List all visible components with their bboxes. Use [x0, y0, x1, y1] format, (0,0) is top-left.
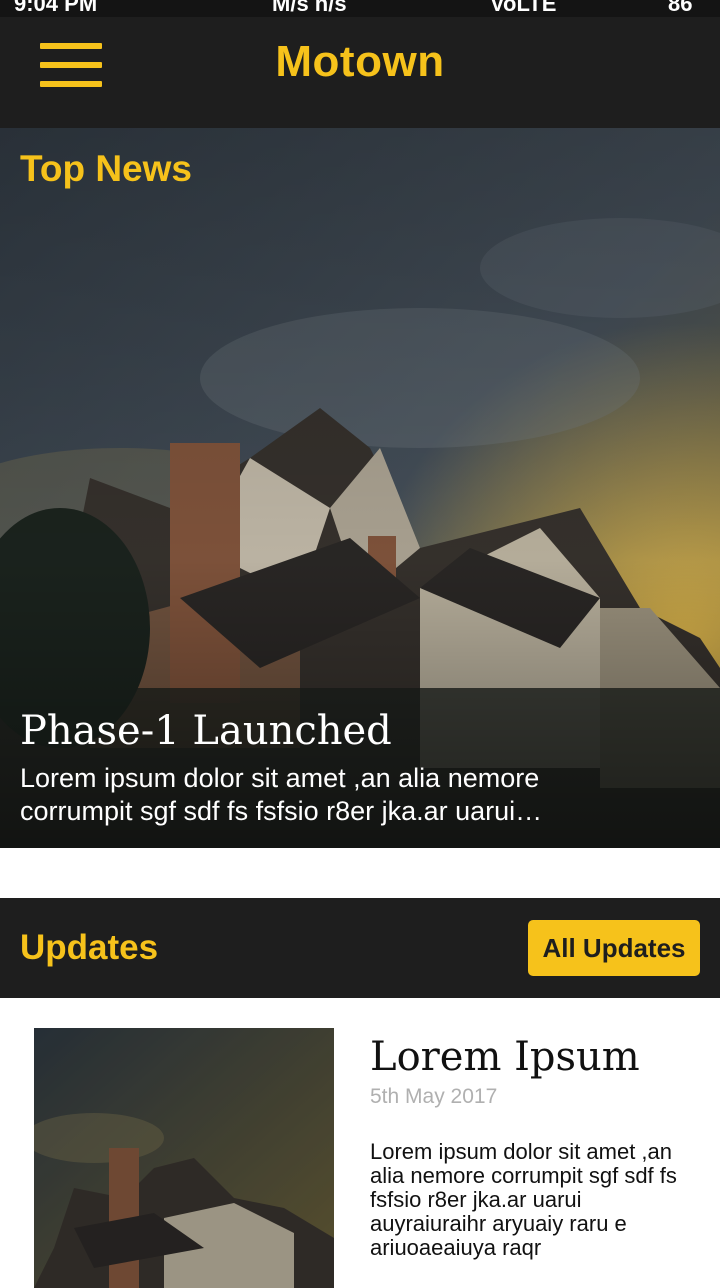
update-body: Lorem ipsum dolor sit amet ,an alia nemo… — [370, 1139, 677, 1260]
top-news-headline: Phase-1 Launched — [20, 708, 392, 754]
top-news-heading: Top News — [20, 148, 192, 189]
top-news-excerpt: Lorem ipsum dolor sit amet ,an alia nemo… — [20, 763, 540, 826]
update-title: Lorem Ipsum — [370, 1034, 640, 1080]
all-updates-button[interactable]: All Updates — [528, 920, 700, 976]
updates-heading: Updates — [20, 928, 159, 967]
app-title: Motown — [275, 37, 445, 86]
top-news-card[interactable]: Top News Phase-1 Launched Lorem ipsum do… — [0, 128, 720, 848]
status-network-speed: M/s h/s — [272, 0, 347, 16]
updates-header: Updates All Updates — [0, 898, 720, 998]
update-date: 5th May 2017 — [370, 1085, 498, 1108]
update-thumbnail — [34, 1028, 334, 1288]
status-battery: 86 — [668, 0, 693, 16]
status-bar: 9:04 PM M/s h/s VoLTE 86 — [0, 0, 720, 17]
app-bar: Motown — [0, 17, 720, 128]
update-list-item[interactable]: Lorem Ipsum 5th May 2017 Lorem ipsum dol… — [0, 998, 720, 1288]
status-volte: VoLTE — [490, 0, 557, 16]
status-time: 9:04 PM — [14, 0, 98, 16]
